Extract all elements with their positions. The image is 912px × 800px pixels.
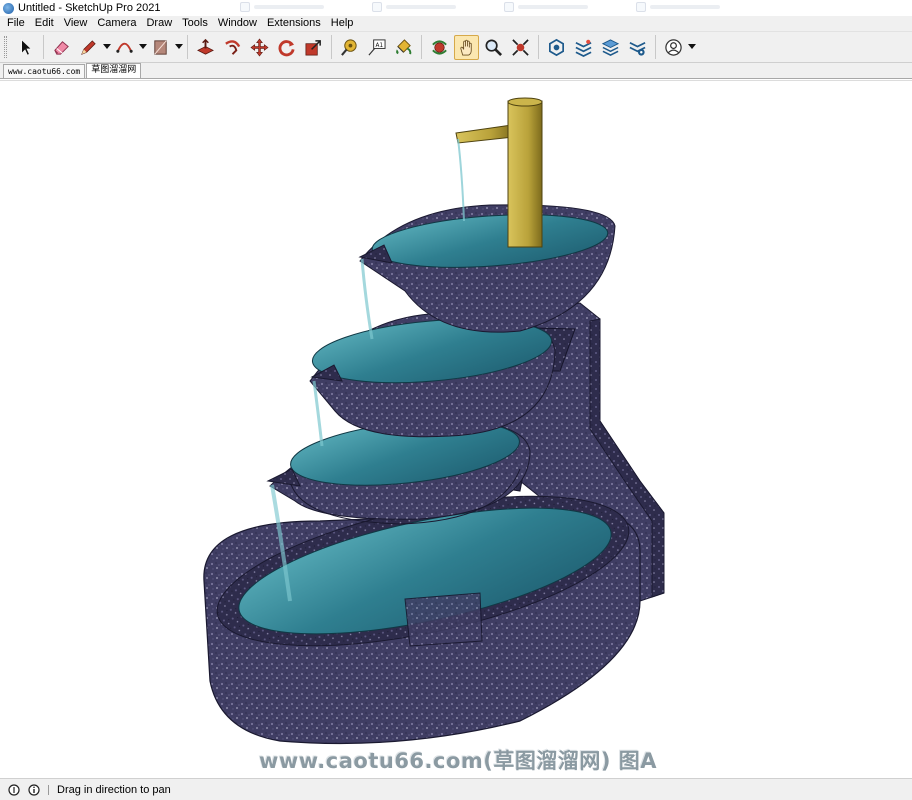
toolbar-separator xyxy=(655,35,656,59)
scene-tabs: www.caotu66.com 草图溜溜网 xyxy=(0,63,912,79)
rotate-icon[interactable] xyxy=(274,35,299,60)
toolbar-separator xyxy=(538,35,539,59)
geo-location-icon[interactable] xyxy=(8,783,20,796)
line-tools-dropdown[interactable] xyxy=(102,35,111,60)
menu-extensions[interactable]: Extensions xyxy=(262,16,326,31)
tape-measure-icon[interactable] xyxy=(337,35,362,60)
menu-draw[interactable]: Draw xyxy=(141,16,177,31)
watermark-text: www.caotu66.com(草图溜溜网) 图A xyxy=(258,749,658,773)
scene-tab-caotu[interactable]: 草图溜溜网 xyxy=(86,63,142,78)
extension-manager-icon[interactable] xyxy=(625,35,650,60)
scene-tab-website[interactable]: www.caotu66.com xyxy=(3,64,86,78)
menu-help[interactable]: Help xyxy=(326,16,359,31)
background-tab xyxy=(636,2,720,12)
title-bar: Untitled - SketchUp Pro 2021 xyxy=(0,0,912,16)
sketchup-app-icon xyxy=(3,2,14,14)
scale-icon[interactable] xyxy=(301,35,326,60)
select-arrow-icon[interactable] xyxy=(13,35,38,60)
pencil-line-icon[interactable] xyxy=(76,35,101,60)
text-label-icon[interactable]: A1 xyxy=(364,35,389,60)
background-window-tabs xyxy=(240,2,720,12)
zoom-extents-icon[interactable] xyxy=(508,35,533,60)
layout-icon[interactable] xyxy=(598,35,623,60)
rectangle-icon[interactable] xyxy=(148,35,173,60)
background-tab xyxy=(240,2,324,12)
account-dropdown[interactable] xyxy=(687,35,696,60)
menu-window[interactable]: Window xyxy=(213,16,262,31)
instructor-info-icon[interactable] xyxy=(28,783,40,796)
account-icon[interactable] xyxy=(661,35,686,60)
extension-warehouse-icon[interactable] xyxy=(571,35,596,60)
3d-warehouse-icon[interactable] xyxy=(544,35,569,60)
follow-me-icon[interactable] xyxy=(220,35,245,60)
toolbar-separator xyxy=(331,35,332,59)
toolbar-grip[interactable] xyxy=(4,36,7,58)
arc-icon[interactable] xyxy=(112,35,137,60)
svg-text:A1: A1 xyxy=(376,43,384,49)
menu-edit[interactable]: Edit xyxy=(30,16,59,31)
toolbar-separator xyxy=(421,35,422,59)
toolbar-separator xyxy=(187,35,188,59)
drawing-viewport[interactable]: www.caotu66.com(草图溜溜网) 图A xyxy=(0,80,912,778)
pan-hand-icon[interactable] xyxy=(454,34,479,60)
main-toolbar: A1 xyxy=(0,31,912,63)
background-tab xyxy=(372,2,456,12)
background-tab xyxy=(504,2,588,12)
fountain-model xyxy=(203,97,665,745)
toolbar-separator xyxy=(43,35,44,59)
window-title: Untitled - SketchUp Pro 2021 xyxy=(18,2,161,14)
shape-tools-dropdown[interactable] xyxy=(174,35,183,60)
push-pull-icon[interactable] xyxy=(193,35,218,60)
status-hint: Drag in direction to pan xyxy=(57,783,171,796)
move-icon[interactable] xyxy=(247,35,272,60)
menu-tools[interactable]: Tools xyxy=(177,16,213,31)
arc-tools-dropdown[interactable] xyxy=(138,35,147,60)
eraser-icon[interactable] xyxy=(49,35,74,60)
paint-bucket-icon[interactable] xyxy=(391,35,416,60)
status-divider xyxy=(48,784,49,795)
menu-view[interactable]: View xyxy=(59,16,93,31)
menu-camera[interactable]: Camera xyxy=(92,16,141,31)
menu-file[interactable]: File xyxy=(2,16,30,31)
status-bar: Drag in direction to pan xyxy=(0,778,912,800)
menu-bar: File Edit View Camera Draw Tools Window … xyxy=(0,16,912,31)
zoom-icon[interactable] xyxy=(481,35,506,60)
orbit-icon[interactable] xyxy=(427,35,452,60)
